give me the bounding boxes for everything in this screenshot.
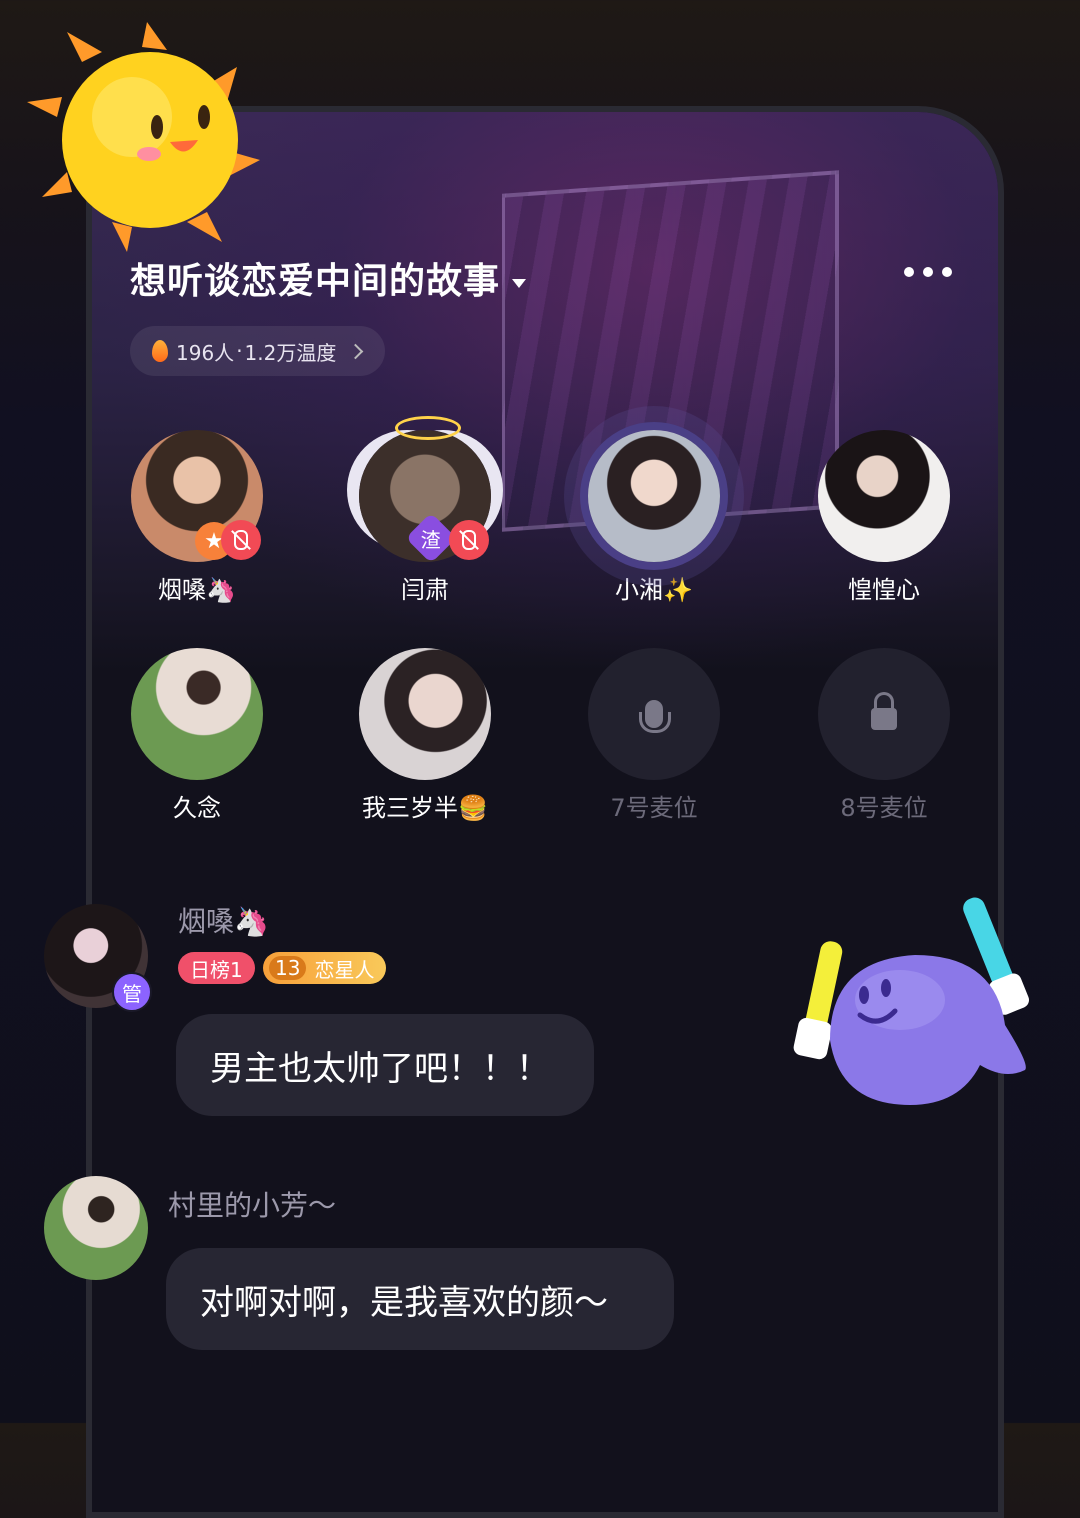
- mic-seat-4[interactable]: 惶惶心: [784, 430, 984, 605]
- message-text: 对啊对啊，是我喜欢的颜～: [200, 1282, 608, 1323]
- dot-icon: [942, 267, 952, 277]
- avatar[interactable]: 渣: [359, 416, 491, 564]
- ghost-mascot-sticker: [793, 897, 1029, 1105]
- flame-icon: [152, 340, 168, 362]
- dot-icon: [904, 267, 914, 277]
- message-bubble[interactable]: 对啊对啊，是我喜欢的颜～: [166, 1248, 674, 1350]
- avatar[interactable]: [818, 430, 950, 562]
- mic-seat-3[interactable]: 小湘✨: [554, 430, 754, 605]
- admin-badge: 管: [112, 972, 152, 1012]
- sun-sticker: [27, 22, 260, 252]
- avatar[interactable]: [359, 648, 491, 780]
- seat-name: 小湘✨: [615, 576, 693, 604]
- caret-down-icon: [512, 278, 527, 288]
- mic-seat-2[interactable]: 渣 闫肃: [325, 416, 525, 605]
- mic-seat-5[interactable]: 久念: [97, 648, 297, 823]
- mic-seat-6[interactable]: 我三岁半🍔: [325, 648, 525, 823]
- avatar[interactable]: [588, 430, 720, 562]
- message-username[interactable]: 村里的小芳～: [168, 1184, 336, 1224]
- seat-name: 烟嗓🦄: [158, 576, 236, 604]
- seat-name: 我三岁半🍔: [362, 794, 488, 822]
- rank-badge: 日榜1: [178, 952, 255, 984]
- seat-name: 7号麦位: [610, 794, 698, 822]
- muted-mic-icon: [221, 520, 261, 560]
- online-count: 196人: [176, 340, 235, 365]
- room-stats-pill[interactable]: 196人 · 1.2万温度: [130, 326, 386, 376]
- level-title: 恋星人: [314, 957, 375, 982]
- seat-name: 8号麦位: [840, 794, 928, 822]
- lock-icon: [871, 692, 897, 730]
- mic-icon: [639, 700, 671, 733]
- chevron-right-icon: [348, 343, 364, 359]
- seat-name: 闫肃: [401, 576, 449, 604]
- room-title-text: 想听谈恋爱中间的故事: [130, 261, 501, 302]
- halo-icon: [395, 416, 461, 440]
- message-text: 男主也太帅了吧！！！: [210, 1048, 550, 1089]
- stats-separator: ·: [236, 339, 243, 363]
- avatar[interactable]: ★: [131, 430, 263, 562]
- muted-mic-icon: [449, 520, 489, 560]
- more-options-button[interactable]: [904, 262, 952, 282]
- mic-seat-8[interactable]: 8号麦位: [784, 648, 984, 823]
- room-title[interactable]: 想听谈恋爱中间的故事: [130, 252, 527, 304]
- message-avatar[interactable]: [44, 1176, 148, 1280]
- avatar[interactable]: [131, 648, 263, 780]
- dot-icon: [923, 267, 933, 277]
- empty-seat[interactable]: [588, 648, 720, 780]
- mic-seat-1[interactable]: ★ 烟嗓🦄: [97, 430, 297, 605]
- message-bubble[interactable]: 男主也太帅了吧！！！: [176, 1014, 594, 1116]
- level-number: 13: [269, 956, 307, 980]
- heat-value: 1.2万温度: [244, 340, 337, 365]
- message-username[interactable]: 烟嗓🦄: [178, 900, 269, 940]
- message-avatar[interactable]: 管: [44, 904, 152, 1012]
- locked-seat[interactable]: [818, 648, 950, 780]
- seat-name: 久念: [173, 794, 221, 822]
- mic-seat-7[interactable]: 7号麦位: [554, 648, 754, 823]
- level-badge: 13 恋星人: [263, 952, 387, 984]
- seat-name: 惶惶心: [848, 576, 920, 604]
